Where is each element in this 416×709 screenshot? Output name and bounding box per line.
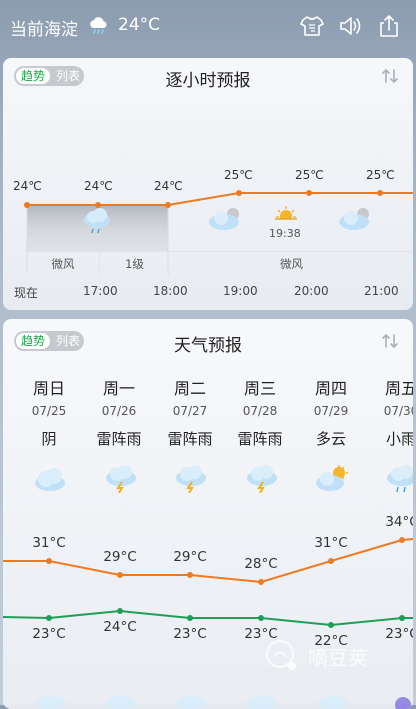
high-temp-point [399, 537, 405, 543]
time-label-5: 21:00 [364, 284, 399, 298]
time-label-4: 20:00 [294, 284, 329, 298]
hourly-temp-point [236, 190, 242, 196]
moon-icon [395, 697, 411, 709]
hourly-temp-point [165, 202, 171, 208]
low-temp-point [46, 615, 52, 621]
cloud-icon [176, 696, 206, 709]
sunset-time: 19:38 [269, 227, 301, 240]
low-temp-point [328, 622, 334, 628]
time-label-0: 现在 [14, 286, 39, 300]
hourly-temp-point [306, 190, 312, 196]
sunset-icon [275, 206, 297, 225]
high-temp-point [258, 579, 264, 585]
hourly-temp-line [27, 192, 413, 206]
low-temp-line [3, 609, 413, 627]
low-temp-point [187, 615, 193, 621]
share-icon[interactable] [376, 13, 402, 39]
tshirt-icon[interactable] [299, 13, 325, 39]
cloud-sun-icon [339, 208, 369, 230]
wind-cell-1: 1级 [99, 251, 169, 276]
low-temp-point [258, 615, 264, 621]
high-temp-point [187, 572, 193, 578]
time-label-2: 18:00 [153, 284, 188, 298]
cloud-icon [246, 696, 276, 709]
time-label-1: 17:00 [83, 284, 118, 298]
watermark-text: 嘀豆荚 [308, 646, 368, 670]
current-temperature: 24°C [118, 15, 161, 35]
high-temp-point [328, 558, 334, 564]
cloud-rain-icon [90, 17, 107, 34]
hourly-temp-point [24, 202, 30, 208]
location-label[interactable]: 当前海淀 [10, 15, 78, 40]
hourly-forecast-card: 趋势 列表 逐小时预报 24℃ 24℃ 24℃ 25℃ 25℃ 25℃ 19:3… [3, 58, 413, 310]
low-temp-point [399, 615, 405, 621]
hourly-temp-point [95, 202, 101, 208]
screen: { "header": { "location": "当前海淀", "weath… [0, 0, 416, 709]
hourly-temp-point [377, 190, 383, 196]
cloud-icon [318, 696, 348, 709]
wind-cell-0: 微风 [27, 251, 99, 276]
high-temp-point [117, 572, 123, 578]
cloud-icon [106, 696, 136, 709]
time-label-3: 19:00 [223, 284, 258, 298]
cloud-sun-icon [209, 208, 239, 230]
wind-cell-2: 微风 [168, 251, 413, 276]
low-temp-point [117, 608, 123, 614]
speaker-icon[interactable] [337, 13, 363, 39]
high-temp-point [46, 558, 52, 564]
top-bar: 当前海淀 24°C [0, 0, 416, 52]
cloud-icon [36, 696, 66, 709]
watermark: 嘀豆荚 [262, 636, 412, 676]
high-temp-line [3, 538, 413, 584]
